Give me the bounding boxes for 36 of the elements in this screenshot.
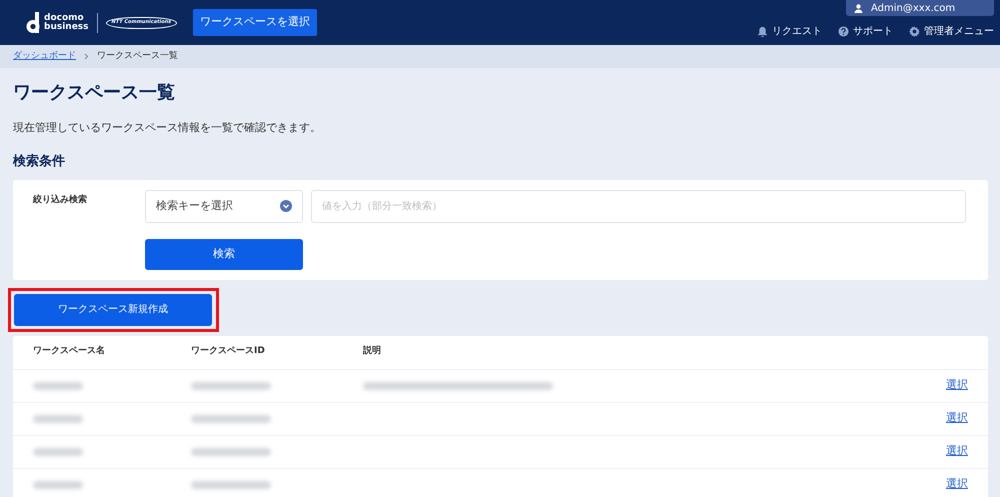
account-box[interactable]: Admin@xxx.com	[846, 0, 994, 16]
blurred-text	[33, 414, 83, 423]
section-heading: 検索条件	[13, 152, 66, 172]
search-button[interactable]: 検索	[145, 238, 303, 270]
help-icon	[838, 26, 849, 37]
logo-icon	[26, 12, 40, 34]
blurred-text	[33, 382, 83, 390]
column-header: ワークスペースID	[191, 345, 266, 358]
blurred-text	[33, 480, 83, 489]
nav-link[interactable]: 管理者メニュー	[909, 24, 994, 39]
page-title: ワークスペース一覧	[13, 82, 176, 104]
user-icon	[854, 4, 863, 12]
column-header: 説明	[363, 345, 381, 358]
breadcrumb-current: ワークスペース一覧	[97, 50, 178, 63]
workspace-select-button[interactable]: ワークスペースを選択	[193, 9, 318, 36]
value-input-field[interactable]: 値を入力（部分一致検索）	[311, 190, 966, 223]
chevron-down-icon	[280, 200, 292, 212]
filter-label: 絞り込み検索	[33, 193, 88, 207]
account-email: Admin@xxx.com	[871, 2, 956, 16]
gear-icon	[909, 26, 920, 37]
logo-text: docomo	[44, 14, 84, 22]
create-workspace-button[interactable]: ワークスペース新規作成	[14, 294, 212, 326]
bell-icon	[757, 26, 768, 37]
search-key-select[interactable]: 検索キーを選択	[145, 190, 303, 223]
nav-link[interactable]: リクエスト	[757, 24, 822, 39]
logo-text: business	[44, 22, 89, 32]
blurred-text	[33, 448, 83, 456]
column-header: ワークスペース名	[32, 345, 106, 358]
breadcrumb-link[interactable]: ダッシュボード	[13, 50, 76, 64]
select-link[interactable]: 選択	[946, 410, 968, 427]
select-link[interactable]: 選択	[946, 476, 968, 493]
select-link[interactable]: 選択	[946, 443, 968, 460]
chevron-icon	[84, 53, 89, 60]
select-link[interactable]: 選択	[946, 377, 968, 394]
nav-link[interactable]: サポート	[838, 24, 893, 39]
page-description: 現在管理しているワークスペース情報を一覧で確認できます。	[13, 120, 322, 136]
